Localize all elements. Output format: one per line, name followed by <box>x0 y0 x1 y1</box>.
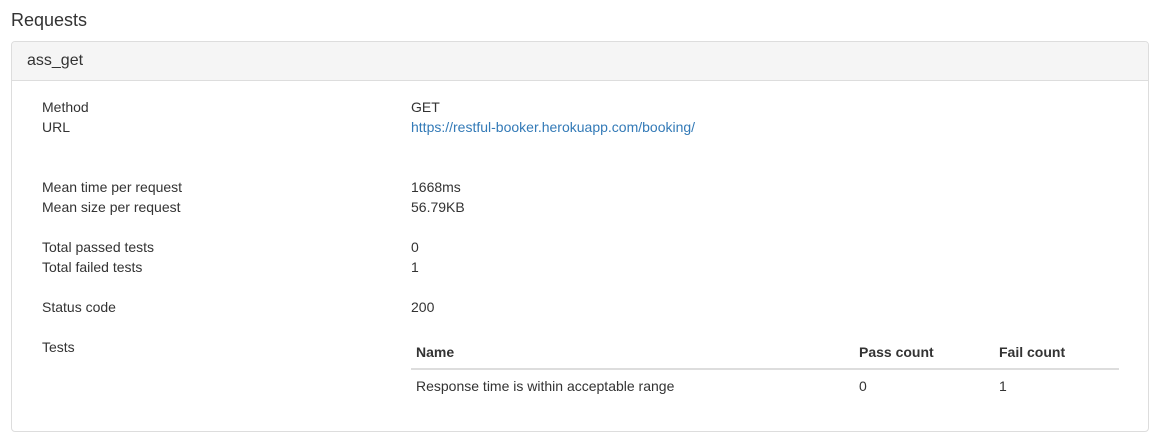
tests-table: Name Pass count Fail count Response time… <box>411 336 1119 402</box>
mean-time-label: Mean time per request <box>42 179 183 195</box>
table-row: Response time is within acceptable range… <box>411 369 1119 402</box>
section-title: Requests <box>11 10 88 30</box>
tests-label: Tests <box>42 339 75 355</box>
column-header-fail-count: Fail count <box>994 336 1119 370</box>
request-name: ass_get <box>27 52 84 69</box>
total-passed-value: 0 <box>411 239 419 255</box>
mean-size-label: Mean size per request <box>42 199 181 215</box>
status-code-value: 200 <box>411 299 435 315</box>
tests-table-header-row: Name Pass count Fail count <box>411 336 1119 370</box>
fail-count-cell: 1 <box>999 378 1007 394</box>
total-failed-value: 1 <box>411 259 419 275</box>
column-header-name: Name <box>411 336 854 370</box>
report-page: Requests ass_get Method GET URL https://… <box>0 0 1164 446</box>
mean-size-value: 56.79KB <box>411 199 465 215</box>
url-label: URL <box>42 119 71 135</box>
total-passed-label: Total passed tests <box>42 239 155 255</box>
test-name-cell: Response time is within acceptable range <box>416 378 675 394</box>
pass-count-cell: 0 <box>859 378 867 394</box>
request-panel: ass_get Method GET URL https://restful-b… <box>11 41 1149 432</box>
method-label: Method <box>42 99 89 115</box>
column-header-pass-count: Pass count <box>854 336 994 370</box>
total-failed-label: Total failed tests <box>42 259 143 275</box>
method-value: GET <box>411 99 440 115</box>
url-link[interactable]: https://restful-booker.herokuapp.com/boo… <box>411 117 695 137</box>
status-code-label: Status code <box>42 299 116 315</box>
mean-time-value: 1668ms <box>411 179 461 195</box>
request-panel-heading[interactable]: ass_get <box>12 42 1148 81</box>
